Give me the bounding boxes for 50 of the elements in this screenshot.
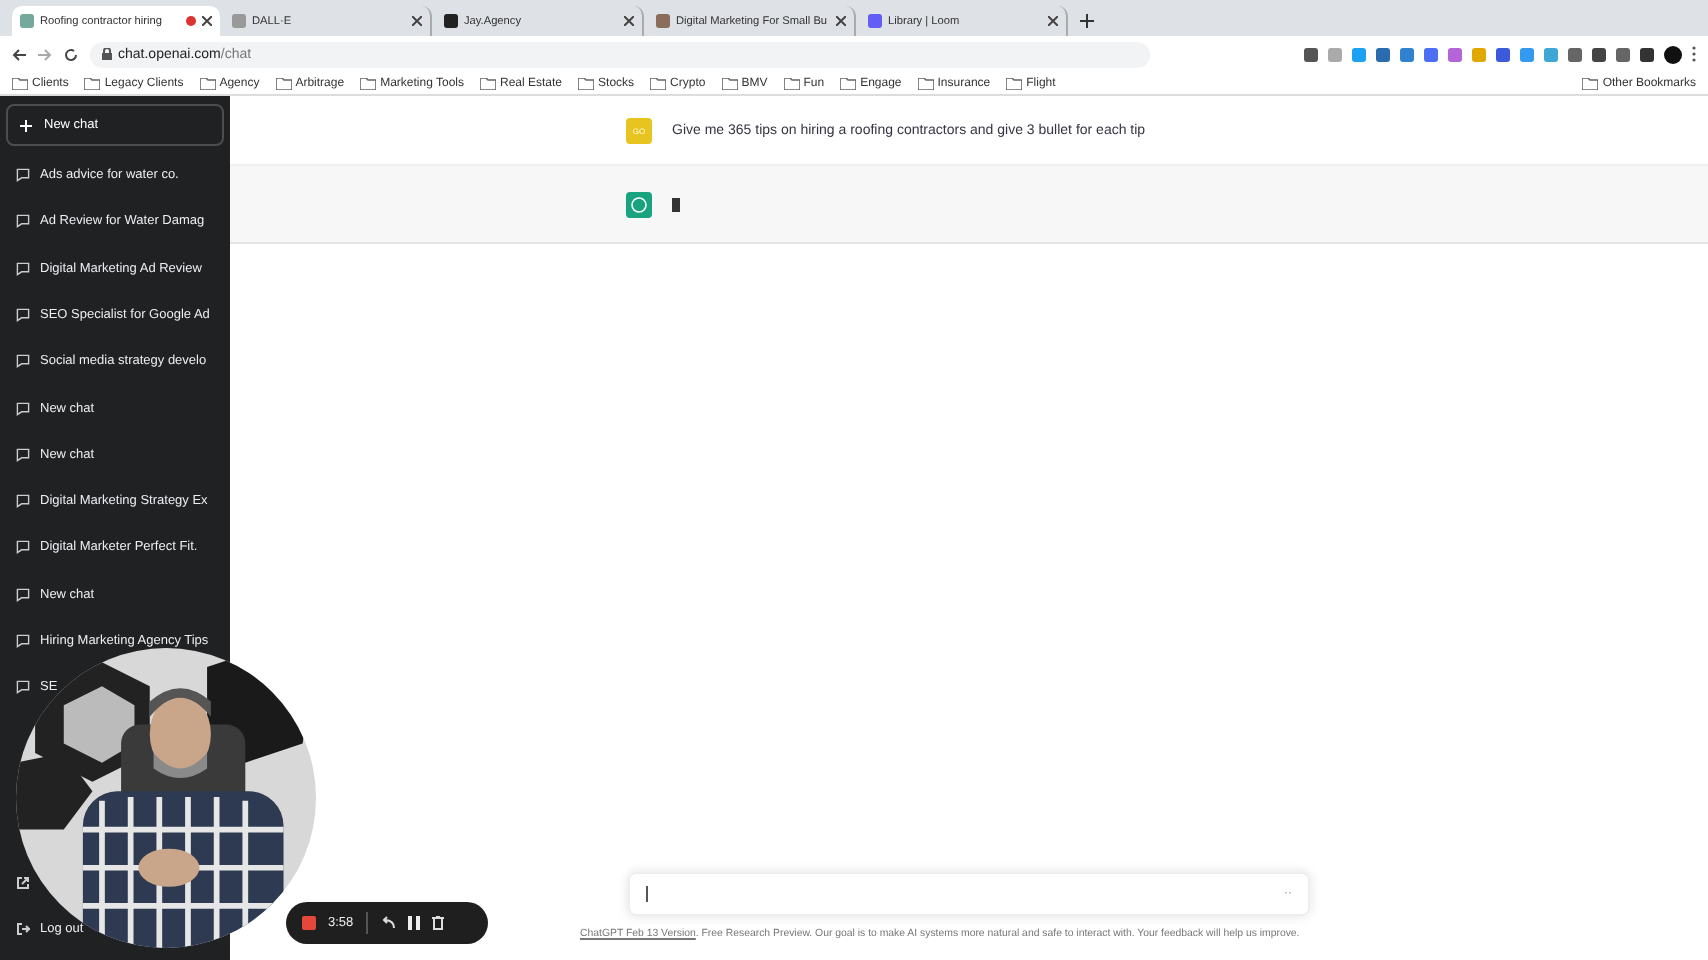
new-tab-icon[interactable] bbox=[1080, 14, 1094, 28]
site-icon bbox=[868, 14, 882, 28]
folder-icon bbox=[840, 77, 857, 89]
folder-icon bbox=[12, 77, 28, 89]
trash-icon[interactable] bbox=[431, 916, 444, 930]
folder-icon bbox=[360, 77, 377, 89]
reload-icon[interactable] bbox=[64, 47, 78, 61]
folder-icon bbox=[917, 77, 934, 89]
site-icon bbox=[656, 14, 670, 28]
folder-icon bbox=[84, 77, 101, 89]
chat-icon bbox=[16, 540, 30, 555]
chat-icon bbox=[16, 401, 30, 416]
chat-icon bbox=[16, 168, 30, 183]
site-icon bbox=[20, 14, 34, 28]
profile-avatar[interactable] bbox=[1664, 45, 1682, 63]
plus-icon bbox=[20, 119, 32, 131]
chat-icon bbox=[16, 587, 30, 602]
site-icon bbox=[232, 14, 246, 28]
chat-icon bbox=[16, 214, 30, 229]
close-icon[interactable] bbox=[624, 16, 634, 26]
external-link-icon bbox=[16, 875, 30, 890]
undo-icon[interactable] bbox=[379, 916, 396, 930]
folder-icon bbox=[1006, 77, 1023, 89]
folder-icon bbox=[199, 77, 216, 89]
close-icon[interactable] bbox=[202, 16, 212, 26]
lock-icon bbox=[102, 48, 112, 60]
chat-icon bbox=[16, 680, 30, 695]
close-icon[interactable] bbox=[836, 16, 846, 26]
folder-icon bbox=[783, 77, 800, 89]
site-icon bbox=[444, 14, 458, 28]
typing-cursor bbox=[672, 197, 680, 211]
chat-icon bbox=[16, 307, 30, 322]
close-icon[interactable] bbox=[412, 16, 422, 26]
folder-icon bbox=[1582, 77, 1599, 89]
close-icon[interactable] bbox=[1048, 16, 1058, 26]
pause-icon[interactable] bbox=[407, 916, 420, 930]
external-link-icon-row[interactable] bbox=[16, 873, 30, 892]
chat-icon bbox=[16, 633, 30, 648]
back-icon[interactable] bbox=[12, 47, 26, 61]
chat-icon bbox=[16, 494, 30, 509]
folder-icon bbox=[721, 77, 738, 89]
log-out-icon bbox=[16, 921, 30, 936]
folder-icon bbox=[578, 77, 595, 89]
folder-icon bbox=[480, 77, 496, 89]
chat-icon bbox=[16, 261, 30, 276]
chat-icon bbox=[16, 354, 30, 369]
chat-icon bbox=[16, 447, 30, 462]
assistant-logo-icon bbox=[626, 191, 652, 217]
folder-icon bbox=[275, 77, 292, 89]
folder-icon bbox=[650, 77, 667, 89]
